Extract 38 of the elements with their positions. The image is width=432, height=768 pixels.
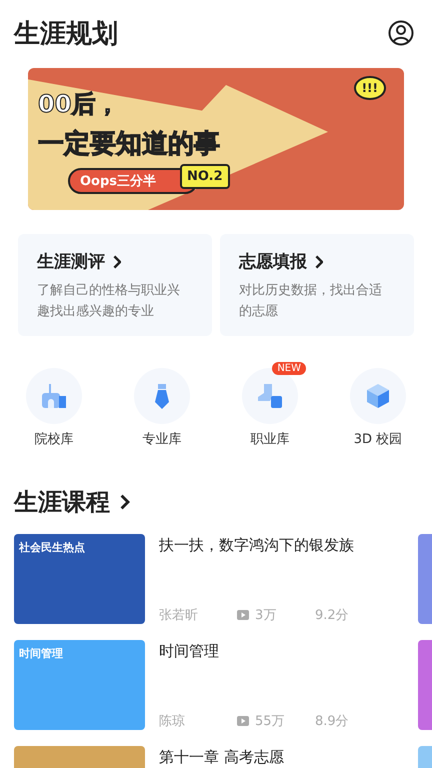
course-title[interactable]: 第十一章 高考志愿 — [159, 748, 404, 767]
course-cover[interactable]: 社会民生热点 — [14, 534, 145, 624]
course-title[interactable]: 时间管理 — [159, 642, 404, 661]
shortcut-label[interactable]: 职业库 — [250, 430, 290, 448]
page-title: 生涯规划 — [14, 18, 118, 50]
shortcut-label[interactable]: 院校库 — [34, 430, 74, 448]
chevron-right-icon — [120, 494, 130, 510]
feature-card[interactable]: 志愿填报 对比历史数据，找出合适的志愿 — [220, 234, 414, 336]
new-badge: NEW — [272, 362, 306, 375]
teacher-name: 陈琼 — [159, 713, 186, 730]
shortcut-label[interactable]: 3D 校园 — [354, 430, 402, 448]
video-play-icon — [237, 716, 249, 726]
card-description: 了解自己的性格与职业兴趣找出感兴趣的专业 — [37, 282, 181, 321]
card-title: 生涯测评 — [37, 251, 105, 273]
promo-banner[interactable]: 00后， 一定要知道的事 Oops三分半 NO.2 !!! — [28, 68, 404, 210]
cover-label: 时间管理 — [19, 646, 63, 661]
banner-badge: NO.2 — [180, 164, 230, 189]
building-icon — [39, 381, 69, 411]
exclamation-burst: !!! — [354, 76, 386, 100]
banner-headline: 00后， — [38, 89, 120, 120]
chevron-right-icon — [113, 254, 122, 268]
course-score: 9.2分 — [315, 607, 349, 624]
card-description: 对比历史数据，找出合适的志愿 — [239, 282, 383, 321]
course-title[interactable]: 扶一扶，数字鸿沟下的银发族 — [159, 536, 404, 555]
course-score: 8.9分 — [315, 713, 349, 730]
feature-card[interactable]: 生涯测评 了解自己的性格与职业兴趣找出感兴趣的专业 — [18, 234, 212, 336]
card-title: 志愿填报 — [239, 251, 307, 273]
boot-icon — [255, 381, 285, 411]
chevron-right-icon — [315, 254, 324, 268]
section-title: 生涯课程 — [14, 487, 110, 518]
teacher-name: 张若昕 — [159, 607, 199, 624]
user-profile-icon[interactable] — [388, 20, 414, 46]
video-play-icon — [237, 610, 249, 620]
cover-label: 社会民生热点 — [19, 540, 85, 555]
shortcut-label[interactable]: 专业库 — [142, 430, 182, 448]
view-count: 3万 — [255, 607, 278, 624]
view-count: 55万 — [255, 713, 286, 730]
banner-headline: 一定要知道的事 — [38, 128, 220, 161]
